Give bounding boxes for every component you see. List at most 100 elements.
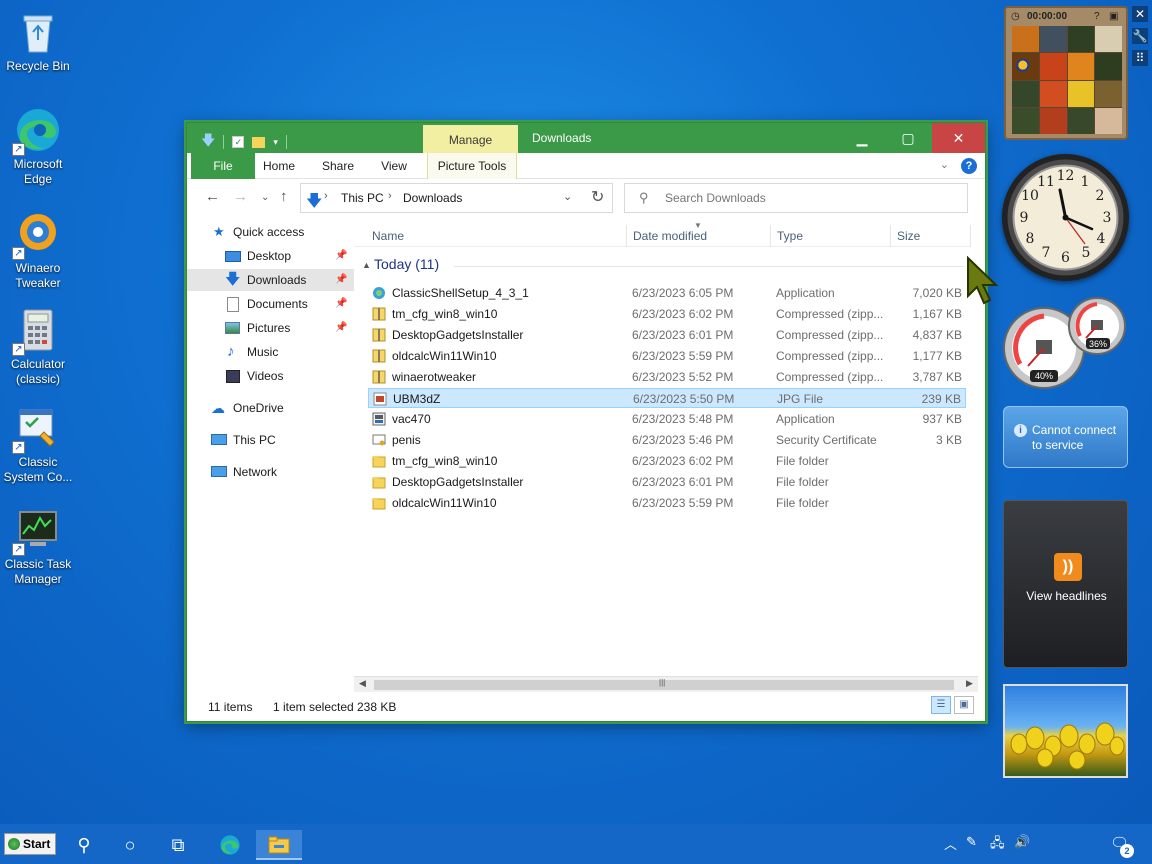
sidebar-item-music[interactable]: ♪ Music [187,341,354,363]
feed-headlines-gadget[interactable]: )) View headlines [1003,500,1128,668]
slideshow-gadget[interactable] [1003,684,1128,778]
volume-icon[interactable]: 🔊 [1014,834,1030,850]
help-icon[interactable]: ? [1094,11,1100,22]
file-row[interactable]: tm_cfg_win8_win10 6/23/2023 6:02 PM File f… [368,451,966,471]
file-date: 6/23/2023 5:48 PM [632,412,734,426]
sidebar-item-pictures[interactable]: Pictures 📌 [187,317,354,339]
forward-button[interactable]: → [233,188,248,205]
search-icon[interactable]: ⚲ [64,830,104,860]
tab-home[interactable]: Home [257,153,301,179]
expand-ribbon-icon[interactable]: ⌄ [940,158,949,171]
large-icons-view-icon[interactable]: ▣ [954,696,974,714]
desktop-icon-task-manager[interactable]: ↗ Classic Task Manager [0,506,76,587]
file-row[interactable]: winaerotweaker 6/23/2023 5:52 PM Compresse… [368,367,966,387]
file-row[interactable]: ClassicShellSetup_4_3_1 6/23/2023 6:05 PM… [368,283,966,303]
sidebar-item-quick-access[interactable]: ★ Quick access [187,221,354,243]
pin-icon[interactable]: 📌 [335,269,347,291]
group-header-today[interactable]: ▲ Today (11) [354,255,971,277]
tab-manage[interactable]: Manage [423,125,518,153]
desktop-icon-edge[interactable]: ↗ Microsoft Edge [0,106,76,187]
pin-icon[interactable]: 📌 [335,293,347,315]
sidebar-item-desktop[interactable]: Desktop 📌 [187,245,354,267]
tab-view[interactable]: View [373,153,415,179]
file-row[interactable]: DesktopGadgetsInstaller 6/23/2023 6:01 PM… [368,325,966,345]
file-row[interactable]: DesktopGadgetsInstaller 6/23/2023 6:01 PM… [368,472,966,492]
back-button[interactable]: ← [205,188,220,205]
maximize-button[interactable]: ▢ [885,123,931,153]
ribbon-tabs: File Home Share View Picture Tools ⌄ ? [187,153,985,179]
edge-taskbar-icon[interactable] [210,830,250,860]
title-bar[interactable]: 🡇 ✓ ▾ Manage Downloads ▁ ▢ ✕ [187,123,985,153]
horizontal-scrollbar[interactable]: ◀ ||| ▶ [354,676,978,692]
refresh-icon[interactable]: ↻ [591,187,604,207]
column-date-modified[interactable]: Date modified [627,225,771,247]
tab-file[interactable]: File [191,153,255,179]
task-view-icon[interactable]: ⧉ [158,830,198,860]
chevron-right-icon[interactable]: › [324,190,328,202]
sidebar-item-videos[interactable]: Videos [187,365,354,387]
sidebar-item-this-pc[interactable]: This PC [187,429,354,451]
file-explorer-taskbar-icon[interactable] [256,830,302,860]
column-size[interactable]: Size [891,225,971,247]
sidebar-item-downloads[interactable]: 🡇 Downloads 📌 [187,269,354,291]
sidebar-item-documents[interactable]: Documents 📌 [187,293,354,315]
file-row[interactable]: vac470 6/23/2023 5:48 PM Application 937 KB [368,409,966,429]
puzzle-grid[interactable] [1012,26,1122,134]
desktop-icon-recycle-bin[interactable]: Recycle Bin [0,8,76,74]
search-box[interactable]: ⚲ [624,183,968,213]
file-row[interactable]: penis 6/23/2023 5:46 PM Security Certifica… [368,430,966,450]
desktop-icon-calculator[interactable]: ↗ Calculator (classic) [0,306,76,387]
close-gadget-icon[interactable]: ✕ [1132,6,1148,22]
breadcrumb-downloads[interactable]: Downloads [403,191,462,205]
close-button[interactable]: ✕ [932,123,985,153]
details-view-icon[interactable]: ☰ [931,696,951,714]
desktop-icon-system-config[interactable]: ↗ Classic System Co... [0,404,76,485]
address-bar[interactable]: 🡇 › This PC › Downloads ⌄ ↻ [300,183,613,213]
picture-icon[interactable]: ▣ [1109,11,1118,22]
sidebar-item-onedrive[interactable]: ☁ OneDrive [187,397,354,419]
item-count: 11 items [208,700,253,714]
input-indicator-icon[interactable]: ✎ [966,834,977,850]
scroll-left-icon[interactable]: ◀ [359,678,366,689]
new-folder-icon[interactable] [252,136,266,148]
search-input[interactable] [665,189,955,207]
start-button[interactable]: Start [4,833,56,855]
customize-toolbar-icon[interactable]: ▾ [273,137,278,148]
wrench-icon[interactable]: 🔧 [1132,28,1148,44]
column-type[interactable]: Type [771,225,891,247]
recent-locations-button[interactable]: ⌄ [261,192,269,203]
file-row[interactable]: oldcalcWin11Win10 6/23/2023 5:59 PM Compre… [368,346,966,366]
explorer-window[interactable]: 🡇 ✓ ▾ Manage Downloads ▁ ▢ ✕ File Home S… [186,122,986,722]
sidebar-item-network[interactable]: Network [187,461,354,483]
cortana-icon[interactable]: ○ [110,830,150,860]
cpu-meter-gadget[interactable]: 40% 36% [1002,296,1130,390]
grip-icon: ||| [659,678,666,687]
minimize-button[interactable]: ▁ [839,123,885,153]
view-headlines-link[interactable]: View headlines [1004,589,1129,603]
file-row[interactable]: oldcalcWin11Win10 6/23/2023 5:59 PM File f… [368,493,966,513]
breadcrumb-this-pc[interactable]: This PC [341,191,384,205]
up-button[interactable]: ↑ [280,188,288,205]
picture-puzzle-gadget[interactable]: ◷ 00:00:00 ? ▣ [1004,6,1128,140]
collapse-icon[interactable]: ▲ [362,260,371,270]
pin-icon[interactable]: 📌 [335,245,347,267]
show-hidden-icons-icon[interactable]: ︿ [944,834,957,853]
file-size: 1,177 KB [912,349,962,363]
tab-picture-tools[interactable]: Picture Tools [427,153,517,179]
desktop-icon-winaero[interactable]: ↗ Winaero Tweaker [0,210,76,291]
file-row[interactable]: tm_cfg_win8_win10 6/23/2023 6:02 PM Compre… [368,304,966,324]
weather-gadget[interactable]: i Cannot connect to service [1003,406,1128,468]
download-arrow-icon[interactable]: 🡇 [201,130,215,154]
clock-gadget[interactable]: 12 1 2 3 4567 8 9 10 11 [1002,154,1129,281]
chevron-right-icon[interactable]: › [388,190,392,202]
column-name[interactable]: Name [366,225,627,247]
help-icon[interactable]: ? [961,158,977,174]
properties-icon[interactable]: ✓ [232,136,245,148]
tab-share[interactable]: Share [315,153,361,179]
scroll-right-icon[interactable]: ▶ [966,678,973,689]
network-tray-icon[interactable]: 🖧 [990,834,1005,856]
file-row[interactable]: UBM3dZ 6/23/2023 5:50 PM JPG File 239 KB [368,388,966,408]
drag-handle-icon[interactable]: ⠿ [1132,50,1148,66]
pin-icon[interactable]: 📌 [335,317,347,339]
chevron-down-icon[interactable]: ⌄ [563,190,572,203]
